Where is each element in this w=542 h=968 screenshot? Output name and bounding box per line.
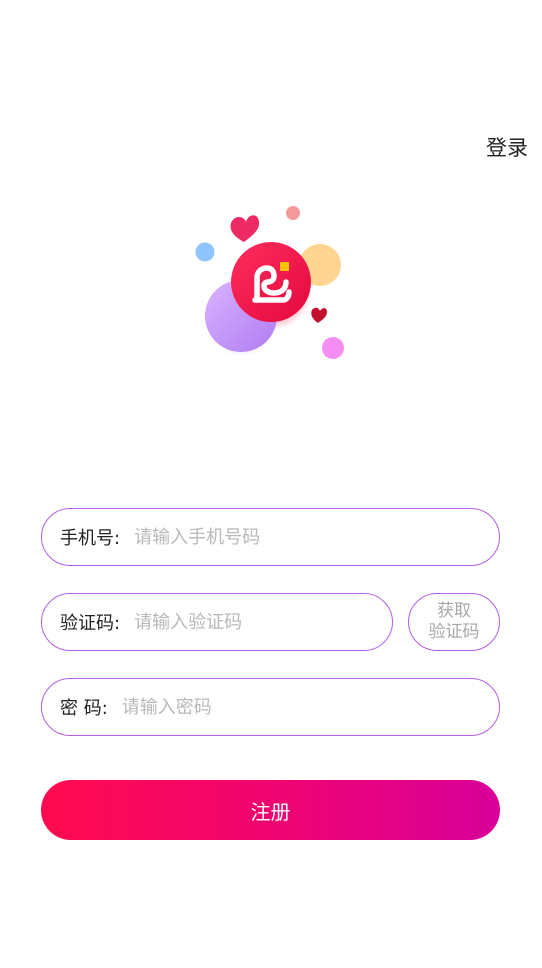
phone-field[interactable]: 手机号: — [41, 508, 500, 566]
get-code-button-line1: 获取 — [437, 601, 471, 621]
verification-code-label: 验证码: — [60, 613, 121, 634]
login-link[interactable]: 登录 — [486, 134, 528, 162]
phone-label: 手机号: — [60, 528, 121, 549]
verification-code-field[interactable]: 验证码: — [41, 593, 393, 651]
password-input[interactable] — [121, 696, 499, 718]
phone-input[interactable] — [134, 526, 499, 548]
verification-code-input[interactable] — [134, 611, 392, 633]
get-code-button-line2: 验证码 — [428, 622, 480, 642]
password-field[interactable]: 密 码: — [41, 678, 500, 736]
app-logo-icon — [195, 206, 344, 359]
password-label: 密 码: — [60, 698, 108, 719]
get-code-button[interactable]: 获取 验证码 — [408, 593, 500, 651]
register-button[interactable]: 注册 — [41, 780, 500, 840]
